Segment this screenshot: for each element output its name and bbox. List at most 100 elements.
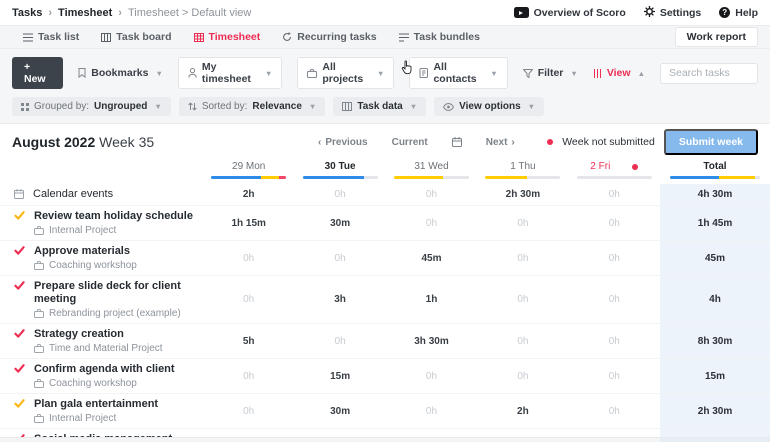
day-column-header[interactable]: 1 Thu bbox=[477, 160, 568, 179]
tab-task-list[interactable]: Task list bbox=[12, 26, 90, 48]
grouped-by-dropdown[interactable]: Grouped by: Ungrouped ▼ bbox=[12, 97, 171, 116]
time-cell[interactable]: 3h 30m bbox=[386, 336, 477, 347]
sorted-by-dropdown[interactable]: Sorted by: Relevance ▼ bbox=[178, 97, 326, 116]
day-progress-bar bbox=[485, 176, 561, 179]
task-project[interactable]: Internal Project bbox=[34, 225, 193, 236]
view-dropdown[interactable]: View ▲ bbox=[593, 67, 645, 79]
time-cell[interactable]: 0h bbox=[569, 253, 660, 264]
task-project[interactable]: Coaching workshop bbox=[34, 260, 137, 271]
time-cell[interactable]: 0h bbox=[203, 253, 294, 264]
task-info: Strategy creation Time and Material Proje… bbox=[34, 328, 163, 354]
time-cell[interactable]: 2h 30m bbox=[477, 189, 568, 200]
my-timesheet-dropdown[interactable]: My timesheet ▼ bbox=[177, 57, 283, 89]
view-options-dropdown[interactable]: View options ▼ bbox=[434, 97, 545, 116]
task-title[interactable]: Strategy creation bbox=[34, 328, 163, 341]
sort-icon bbox=[188, 102, 197, 111]
task-cell[interactable]: Approve materials Coaching workshop bbox=[0, 241, 203, 275]
day-column-header[interactable]: 31 Wed bbox=[386, 160, 477, 179]
filter-dropdown[interactable]: Filter ▼ bbox=[522, 67, 578, 79]
time-cell[interactable]: 0h bbox=[294, 253, 385, 264]
time-cell[interactable]: 0h bbox=[386, 371, 477, 382]
previous-week-button[interactable]: ‹ Previous bbox=[318, 137, 368, 148]
day-column-label: Total bbox=[703, 161, 727, 172]
task-title[interactable]: Social media management bbox=[34, 433, 172, 437]
time-cell[interactable]: 0h bbox=[386, 218, 477, 229]
task-project[interactable]: Time and Material Project bbox=[34, 343, 163, 354]
task-cell[interactable]: Prepare slide deck for client meeting Reb… bbox=[0, 276, 203, 323]
time-cell[interactable]: 0h bbox=[477, 336, 568, 347]
task-title[interactable]: Review team holiday schedule bbox=[34, 210, 193, 223]
search-input[interactable] bbox=[660, 62, 758, 84]
time-cell[interactable]: 15m bbox=[294, 371, 385, 382]
tab-task-bundles[interactable]: Task bundles bbox=[388, 26, 491, 48]
task-cell[interactable]: Calendar events bbox=[0, 184, 203, 205]
chevron-down-icon: ▼ bbox=[377, 68, 385, 78]
time-cell[interactable]: 2h bbox=[477, 406, 568, 417]
grid-header-row: 29 Mon 30 Tue 31 Wed 1 Thu 2 Fri Total bbox=[0, 160, 770, 184]
time-cell[interactable]: 0h bbox=[477, 371, 568, 382]
calendar-picker-button[interactable] bbox=[451, 137, 462, 147]
time-cell[interactable]: 0h bbox=[386, 406, 477, 417]
task-project[interactable]: Rebranding project (example) bbox=[34, 308, 195, 319]
chevron-down-icon: ▼ bbox=[308, 102, 317, 111]
tab-task-board[interactable]: Task board bbox=[90, 26, 182, 48]
task-data-dropdown[interactable]: Task data ▼ bbox=[333, 97, 427, 116]
breadcrumb-timesheet[interactable]: Timesheet bbox=[58, 7, 112, 19]
time-cell[interactable]: 5h bbox=[203, 336, 294, 347]
day-column-header[interactable]: 29 Mon bbox=[203, 160, 294, 179]
time-cell[interactable]: 1h 15m bbox=[203, 218, 294, 229]
time-cell[interactable]: 0h bbox=[569, 336, 660, 347]
next-week-button[interactable]: Next › bbox=[486, 137, 515, 148]
time-cell[interactable]: 3h bbox=[294, 294, 385, 305]
day-column-header[interactable]: 2 Fri bbox=[569, 160, 660, 179]
all-projects-dropdown[interactable]: All projects ▼ bbox=[297, 57, 395, 89]
task-title[interactable]: Confirm agenda with client bbox=[34, 363, 175, 376]
day-column-header[interactable]: Total bbox=[660, 160, 770, 179]
bookmarks-dropdown[interactable]: Bookmarks ▼ bbox=[78, 67, 163, 79]
time-cell[interactable]: 0h bbox=[203, 406, 294, 417]
submit-week-button[interactable]: Submit week bbox=[663, 129, 758, 155]
settings-link[interactable]: Settings bbox=[643, 5, 701, 20]
time-cell[interactable]: 0h bbox=[203, 371, 294, 382]
time-cell[interactable]: 0h bbox=[477, 218, 568, 229]
task-project[interactable]: Coaching workshop bbox=[34, 378, 175, 389]
task-project[interactable]: Internal Project bbox=[34, 413, 158, 424]
overview-of-scoro-link[interactable]: Overview of Scoro bbox=[513, 7, 626, 19]
task-title[interactable]: Plan gala entertainment bbox=[34, 398, 158, 411]
time-cell[interactable]: 0h bbox=[569, 189, 660, 200]
task-cell[interactable]: Social media managementRetainer ProjectM… bbox=[0, 429, 203, 437]
time-cell[interactable]: 2h bbox=[203, 189, 294, 200]
time-cell[interactable]: 0h bbox=[569, 406, 660, 417]
time-cell[interactable]: 0h bbox=[477, 253, 568, 264]
time-cell[interactable]: 0h bbox=[569, 218, 660, 229]
task-cell[interactable]: Confirm agenda with client Coaching works… bbox=[0, 359, 203, 393]
task-cell[interactable]: Strategy creation Time and Material Proje… bbox=[0, 324, 203, 358]
time-cell[interactable]: 0h bbox=[203, 294, 294, 305]
tab-recurring-tasks[interactable]: Recurring tasks bbox=[271, 26, 387, 48]
time-cell[interactable]: 0h bbox=[386, 189, 477, 200]
work-report-button[interactable]: Work report bbox=[674, 27, 758, 47]
time-cell[interactable]: 30m bbox=[294, 218, 385, 229]
current-week-button[interactable]: Current bbox=[392, 137, 428, 148]
time-cell[interactable]: 1h bbox=[386, 294, 477, 305]
time-cell[interactable]: 0h bbox=[569, 371, 660, 382]
task-title[interactable]: Calendar events bbox=[33, 188, 113, 201]
task-cell[interactable]: Plan gala entertainment Internal Project bbox=[0, 394, 203, 428]
time-cell[interactable]: 0h bbox=[294, 189, 385, 200]
time-cell[interactable]: 30m bbox=[294, 406, 385, 417]
task-list-icon bbox=[23, 33, 33, 42]
tab-timesheet[interactable]: Timesheet bbox=[183, 26, 272, 48]
all-contacts-dropdown[interactable]: All contacts ▼ bbox=[409, 57, 508, 89]
task-cell[interactable]: Review team holiday schedule Internal Pro… bbox=[0, 206, 203, 240]
time-cell[interactable]: 0h bbox=[569, 294, 660, 305]
day-column-header[interactable]: 30 Tue bbox=[294, 160, 385, 179]
breadcrumb-current-view[interactable]: Timesheet > Default view bbox=[128, 7, 251, 19]
time-cell[interactable]: 0h bbox=[294, 336, 385, 347]
new-button[interactable]: + New bbox=[12, 57, 64, 89]
time-cell[interactable]: 0h bbox=[477, 294, 568, 305]
breadcrumb-tasks[interactable]: Tasks bbox=[12, 7, 42, 19]
task-title[interactable]: Prepare slide deck for client meeting bbox=[34, 280, 195, 306]
time-cell[interactable]: 45m bbox=[386, 253, 477, 264]
help-link[interactable]: ? Help bbox=[719, 7, 758, 19]
task-title[interactable]: Approve materials bbox=[34, 245, 137, 258]
